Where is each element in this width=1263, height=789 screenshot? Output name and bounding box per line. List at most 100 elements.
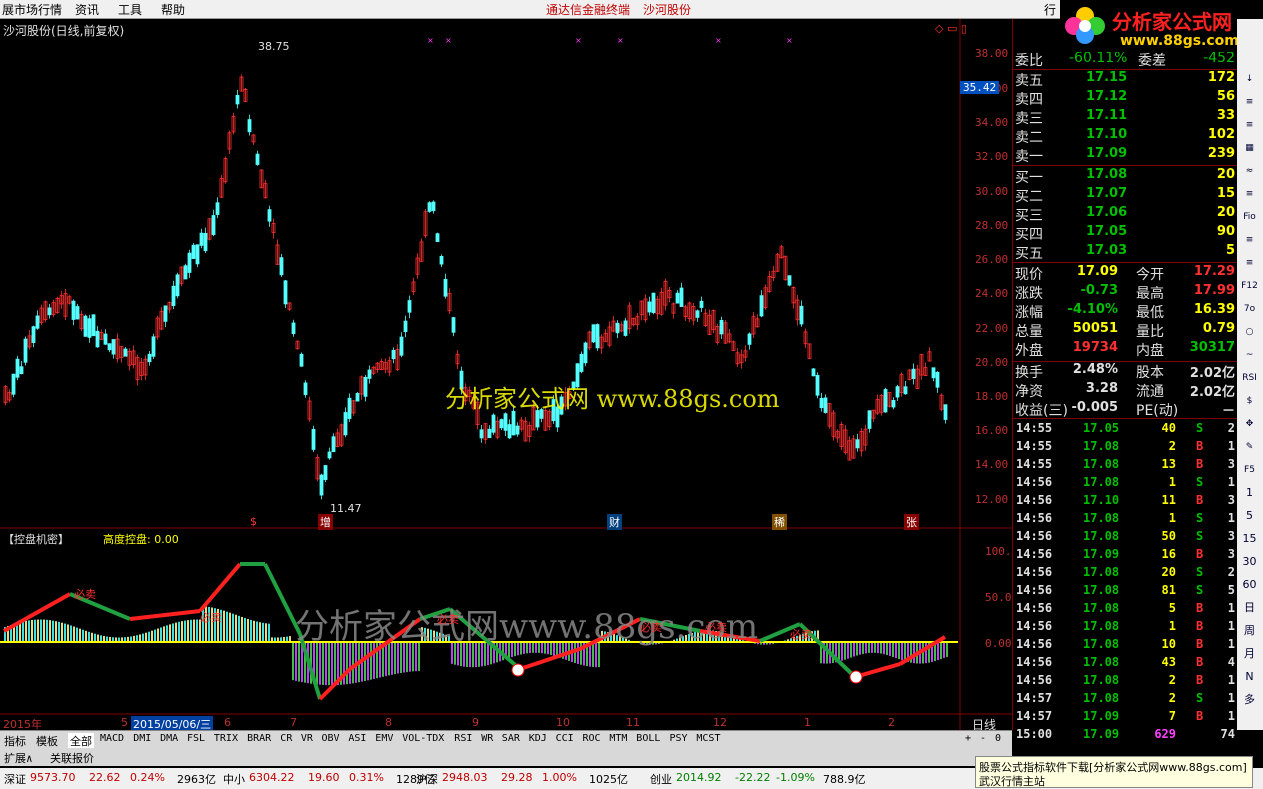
indicator-tab[interactable]: OBV [322, 733, 340, 744]
menu-news[interactable]: 资讯 [75, 1, 99, 18]
indicator-title[interactable]: 【控盘机密】 [3, 531, 69, 547]
toolbar-icon[interactable]: 多 [1241, 692, 1258, 708]
window-controls[interactable]: ◇ ▭ ▯ [935, 22, 967, 35]
event-marker-zhang[interactable]: 张 [904, 514, 919, 530]
menu-market[interactable]: 展市场行情 [2, 1, 62, 18]
indicator-tab[interactable]: ROC [583, 733, 601, 744]
toolbar-icon[interactable]: 5 [1241, 508, 1258, 524]
toolbar-icon[interactable]: 7o [1241, 301, 1258, 317]
indicator-tab[interactable]: 指标 [4, 733, 26, 749]
tick-row[interactable]: 14:56 17.08 1 S 1 [1013, 475, 1238, 493]
tick-row[interactable]: 14:56 17.08 81 S 5 [1013, 583, 1238, 601]
tick-row[interactable]: 14:56 17.08 20 S 2 [1013, 565, 1238, 583]
toolbar-icon[interactable]: 日 [1241, 600, 1258, 616]
toolbar-icon[interactable]: ≡ [1241, 94, 1258, 110]
zoom-control[interactable]: + [965, 733, 971, 744]
indicator-tab[interactable]: MACD [100, 733, 124, 744]
indicator-tab[interactable]: 全部 [68, 733, 94, 749]
toolbar-icon[interactable]: 60 [1241, 577, 1258, 593]
expand-tab[interactable]: 扩展∧ [4, 750, 33, 766]
toolbar-icon[interactable]: F5 [1241, 462, 1258, 478]
indicator-bar [877, 642, 879, 654]
indicator-tab[interactable]: MTM [609, 733, 627, 744]
event-marker-dollar[interactable]: $ [250, 515, 257, 528]
indicator-tab[interactable]: FSL [187, 733, 205, 744]
date-axis-label: 9 [472, 716, 479, 729]
toolbar-icon[interactable]: ≡ [1241, 232, 1258, 248]
toolbar-icon[interactable]: N [1241, 669, 1258, 685]
toolbar-icon[interactable]: RSI [1241, 370, 1258, 386]
tick-row[interactable]: 14:56 17.08 5 B 1 [1013, 601, 1238, 619]
indicator-tab[interactable]: EMV [375, 733, 393, 744]
tick-row[interactable]: 14:55 17.05 40 S 2 [1013, 421, 1238, 439]
toolbar-icon[interactable]: 周 [1241, 623, 1258, 639]
menu-help[interactable]: 帮助 [161, 1, 185, 18]
indicator-bar [847, 642, 849, 659]
index-name[interactable]: 沪深 [416, 771, 438, 787]
toolbar-icon[interactable]: 月 [1241, 646, 1258, 662]
indicator-tab[interactable]: KDJ [529, 733, 547, 744]
tick-row[interactable]: 14:56 17.08 1 S 1 [1013, 511, 1238, 529]
index-name[interactable]: 创业 [650, 771, 672, 787]
toolbar-icon[interactable]: ≡ [1241, 255, 1258, 271]
related-quote-tab[interactable]: 关联报价 [50, 750, 94, 766]
indicator-tab[interactable]: BOLL [636, 733, 660, 744]
tick-row[interactable]: 14:56 17.08 43 B 4 [1013, 655, 1238, 673]
indicator-tab[interactable]: ASI [348, 733, 366, 744]
indicator-tab[interactable]: WR [481, 733, 493, 744]
menu-tools[interactable]: 工具 [118, 1, 142, 18]
indicator-tab[interactable]: CCI [556, 733, 574, 744]
indicator-tab[interactable]: TRIX [214, 733, 238, 744]
zoom-control[interactable]: 0 [995, 733, 1001, 744]
menu-right-button[interactable]: 行 [1044, 1, 1056, 18]
zoom-control[interactable]: - [980, 733, 986, 744]
indicator-tab[interactable]: PSY [670, 733, 688, 744]
indicator-tab[interactable]: 模板 [36, 733, 58, 749]
indicator-tab[interactable]: VR [301, 733, 313, 744]
tick-price: 17.09 [1083, 547, 1120, 561]
toolbar-icon[interactable]: ○ [1241, 324, 1258, 340]
indicator-tab[interactable]: DMA [160, 733, 178, 744]
toolbar-icon[interactable]: ✥ [1241, 416, 1258, 432]
tick-row[interactable]: 14:57 17.08 2 S 1 [1013, 691, 1238, 709]
kline-panel[interactable]: ×××××× 沙河股份(日线,前复权) ◇ ▭ ▯ 38.0036.0034.0… [0, 19, 1018, 732]
event-marker-xi[interactable]: 稀 [772, 514, 787, 530]
toolbar-icon[interactable]: F12 [1241, 278, 1258, 294]
index-name[interactable]: 深证 [4, 771, 26, 787]
event-marker-zeng[interactable]: 增 [318, 514, 333, 530]
toolbar-icon[interactable]: 30 [1241, 554, 1258, 570]
tick-row[interactable]: 14:57 17.09 7 B 1 [1013, 709, 1238, 727]
tick-row[interactable]: 14:56 17.08 50 S 3 [1013, 529, 1238, 547]
indicator-tab[interactable]: BRAR [247, 733, 271, 744]
indicator-tab[interactable]: SAR [502, 733, 520, 744]
ad-popup[interactable]: 股票公式指标软件下载[分析家公式网www.88gs.com] 武汉行情主站 [975, 756, 1253, 788]
indicator-bar [178, 621, 180, 642]
toolbar-icon[interactable]: $ [1241, 393, 1258, 409]
indicator-tab[interactable]: DMI [133, 733, 151, 744]
toolbar-icon[interactable]: ≈ [1241, 163, 1258, 179]
tick-row[interactable]: 14:56 17.08 10 B 1 [1013, 637, 1238, 655]
toolbar-icon[interactable]: 1 [1241, 485, 1258, 501]
toolbar-icon[interactable]: ≡ [1241, 117, 1258, 133]
indicator-tab[interactable]: VOL-TDX [402, 733, 444, 744]
tick-row[interactable]: 14:55 17.08 2 B 1 [1013, 439, 1238, 457]
tick-row[interactable]: 14:56 17.08 2 B 1 [1013, 673, 1238, 691]
toolbar-icon[interactable]: ~ [1241, 347, 1258, 363]
toolbar-icon[interactable]: ↓ [1241, 71, 1258, 87]
index-name[interactable]: 中小 [223, 771, 245, 787]
tick-row[interactable]: 14:56 17.08 1 B 1 [1013, 619, 1238, 637]
tick-row[interactable]: 15:00 17.09 629 74 [1013, 727, 1238, 745]
tick-row[interactable]: 14:55 17.08 13 B 3 [1013, 457, 1238, 475]
tick-row[interactable]: 14:56 17.10 11 B 3 [1013, 493, 1238, 511]
toolbar-icon[interactable]: ✎ [1241, 439, 1258, 455]
toolbar-icon[interactable]: 15 [1241, 531, 1258, 547]
toolbar-icon[interactable]: ≡ [1241, 186, 1258, 202]
event-marker-cai[interactable]: 财 [607, 514, 622, 530]
indicator-bar [160, 627, 162, 642]
toolbar-icon[interactable]: Fio [1241, 209, 1258, 225]
indicator-tab[interactable]: CR [280, 733, 292, 744]
tick-row[interactable]: 14:56 17.09 16 B 3 [1013, 547, 1238, 565]
toolbar-icon[interactable]: ▦ [1241, 140, 1258, 156]
indicator-tab[interactable]: MCST [696, 733, 720, 744]
indicator-tab[interactable]: RSI [454, 733, 472, 744]
